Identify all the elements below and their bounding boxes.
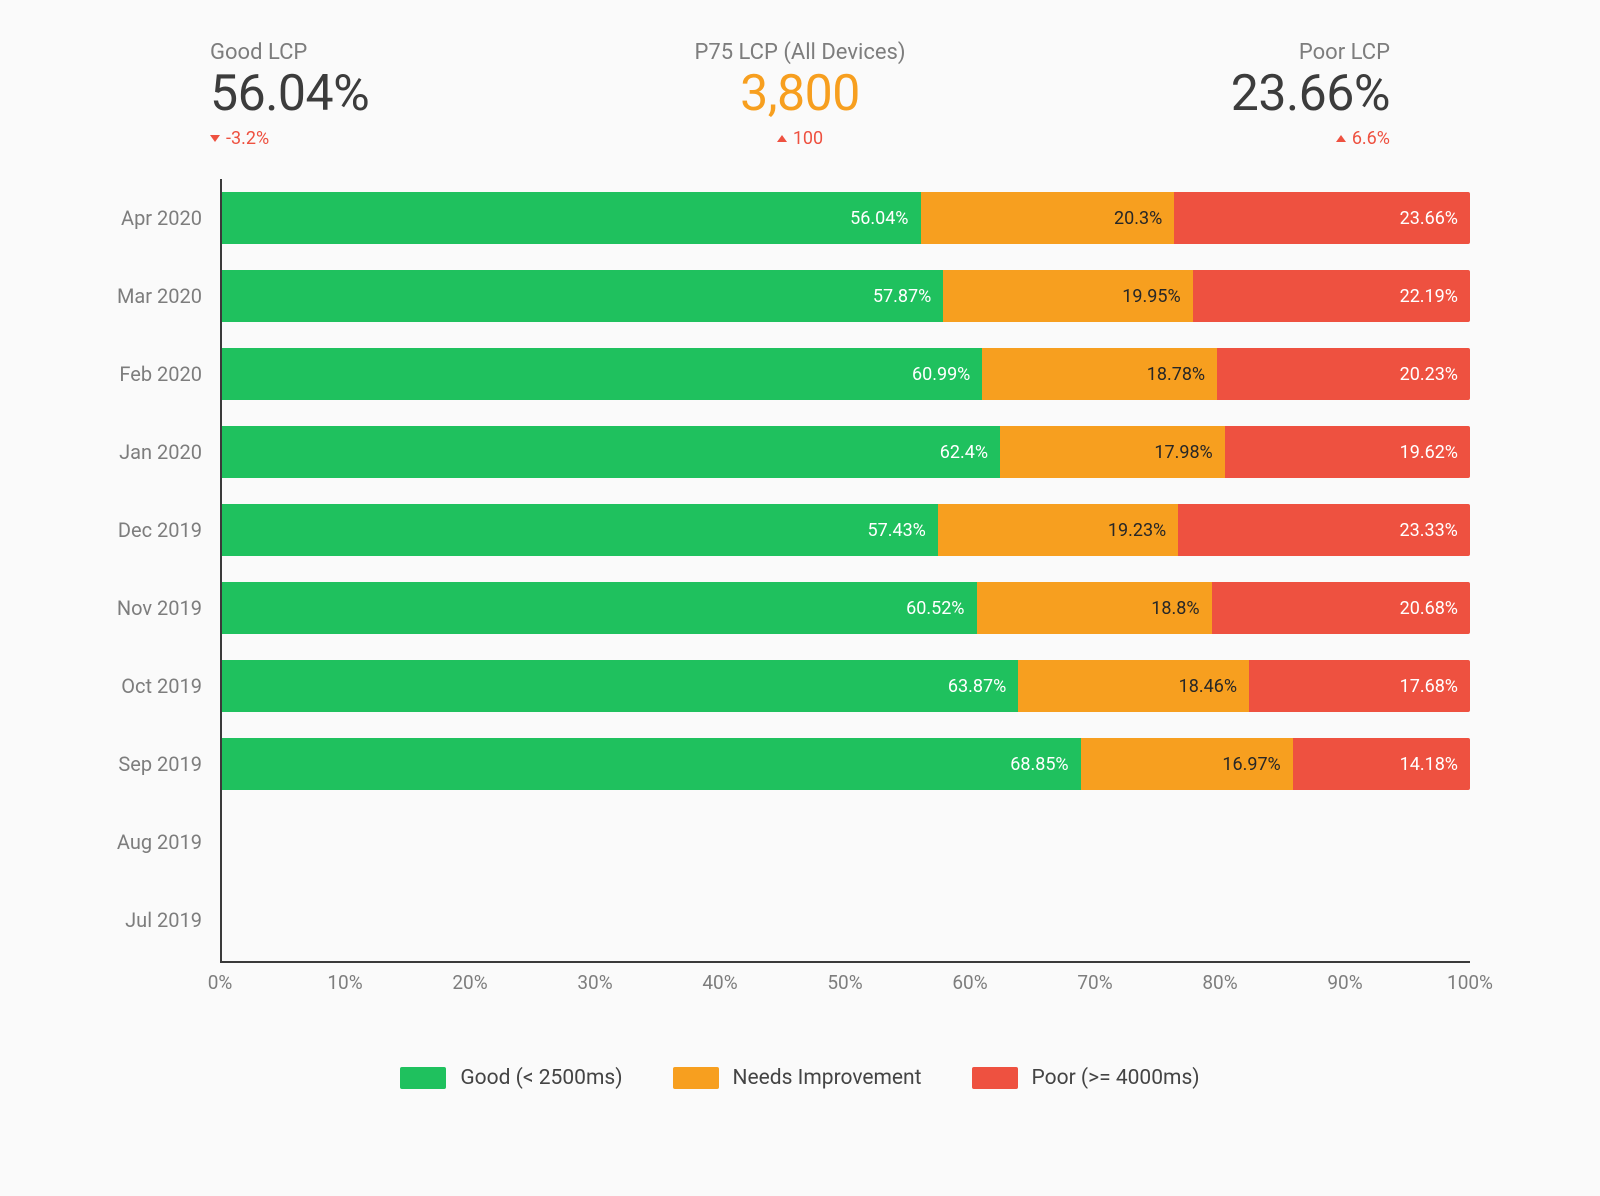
kpi-row: Good LCP 56.04% -3.2% P75 LCP (All Devic… — [70, 40, 1530, 179]
x-axis-tick: 0% — [208, 971, 233, 994]
bar-segment-good: 63.87% — [220, 660, 1018, 712]
legend-item-good: Good (< 2500ms) — [400, 1066, 622, 1090]
chart-row: Sep 201968.85%16.97%14.18% — [220, 725, 1470, 803]
y-axis-label: Feb 2020 — [70, 362, 220, 386]
x-axis-tick: 50% — [827, 971, 862, 994]
kpi-p75-lcp: P75 LCP (All Devices) 3,800 100 — [694, 40, 905, 149]
bar-segment-needs: 18.78% — [982, 348, 1217, 400]
y-axis-label: Jul 2019 — [70, 908, 220, 932]
kpi-delta: 6.6% — [1336, 128, 1390, 149]
bar — [220, 894, 1470, 946]
kpi-good-lcp: Good LCP 56.04% -3.2% — [210, 40, 369, 149]
y-axis-label: Apr 2020 — [70, 206, 220, 230]
y-axis-label: Nov 2019 — [70, 596, 220, 620]
bar: 57.87%19.95%22.19% — [220, 270, 1470, 322]
legend-label: Good (< 2500ms) — [460, 1066, 622, 1090]
y-axis-label: Aug 2019 — [70, 830, 220, 854]
bar-segment-needs: 18.46% — [1018, 660, 1249, 712]
bar-segment-needs: 19.95% — [943, 270, 1192, 322]
bar: 57.43%19.23%23.33% — [220, 504, 1470, 556]
y-axis-label: Jan 2020 — [70, 440, 220, 464]
bar-segment-poor: 23.66% — [1174, 192, 1470, 244]
bar-segment-good: 56.04% — [220, 192, 921, 244]
x-axis-tick: 90% — [1327, 971, 1362, 994]
y-axis-line — [220, 179, 222, 961]
chart-row: Apr 202056.04%20.3%23.66% — [220, 179, 1470, 257]
bar-segment-good: 68.85% — [220, 738, 1081, 790]
kpi-delta: -3.2% — [210, 128, 269, 149]
x-axis-tick: 20% — [452, 971, 487, 994]
kpi-delta-value: 100 — [793, 128, 823, 149]
chart-row: Mar 202057.87%19.95%22.19% — [220, 257, 1470, 335]
bar-segment-poor: 17.68% — [1249, 660, 1470, 712]
chart-legend: Good (< 2500ms) Needs Improvement Poor (… — [70, 1011, 1530, 1090]
bar-segment-poor: 22.19% — [1193, 270, 1470, 322]
bar: 68.85%16.97%14.18% — [220, 738, 1470, 790]
bar-segment-poor: 19.62% — [1225, 426, 1470, 478]
kpi-delta: 100 — [777, 128, 823, 149]
legend-label: Poor (>= 4000ms) — [1032, 1066, 1200, 1090]
legend-item-needs: Needs Improvement — [673, 1066, 922, 1090]
kpi-label: P75 LCP (All Devices) — [694, 40, 905, 65]
arrow-down-icon — [210, 135, 220, 142]
kpi-value: 56.04% — [210, 67, 369, 122]
bar-segment-good: 62.4% — [220, 426, 1000, 478]
kpi-delta-value: 6.6% — [1352, 128, 1390, 149]
y-axis-label: Dec 2019 — [70, 518, 220, 542]
bar-segment-good: 60.99% — [220, 348, 982, 400]
chart-row: Dec 201957.43%19.23%23.33% — [220, 491, 1470, 569]
x-axis-tick: 100% — [1447, 971, 1493, 994]
x-axis-tick: 10% — [327, 971, 362, 994]
bar: 60.99%18.78%20.23% — [220, 348, 1470, 400]
bar-segment-needs: 19.23% — [938, 504, 1178, 556]
chart-row: Feb 202060.99%18.78%20.23% — [220, 335, 1470, 413]
x-axis: 0%10%20%30%40%50%60%70%80%90%100% — [220, 961, 1470, 1011]
bar-segment-needs: 20.3% — [921, 192, 1175, 244]
kpi-value: 3,800 — [740, 67, 860, 122]
legend-swatch — [673, 1067, 719, 1089]
y-axis-label: Sep 2019 — [70, 752, 220, 776]
bar: 56.04%20.3%23.66% — [220, 192, 1470, 244]
bar: 63.87%18.46%17.68% — [220, 660, 1470, 712]
chart-row: Oct 201963.87%18.46%17.68% — [220, 647, 1470, 725]
lcp-stacked-bar-chart: Apr 202056.04%20.3%23.66%Mar 202057.87%1… — [70, 179, 1530, 1011]
x-axis-tick: 40% — [702, 971, 737, 994]
chart-row: Nov 201960.52%18.8%20.68% — [220, 569, 1470, 647]
kpi-value: 23.66% — [1231, 67, 1390, 122]
bar-segment-poor: 23.33% — [1178, 504, 1470, 556]
arrow-up-icon — [1336, 135, 1346, 142]
arrow-up-icon — [777, 135, 787, 142]
legend-swatch — [972, 1067, 1018, 1089]
bar: 60.52%18.8%20.68% — [220, 582, 1470, 634]
bar: 62.4%17.98%19.62% — [220, 426, 1470, 478]
kpi-label: Good LCP — [210, 40, 307, 65]
kpi-delta-value: -3.2% — [226, 128, 269, 149]
bar-segment-good: 57.87% — [220, 270, 943, 322]
chart-row: Jan 202062.4%17.98%19.62% — [220, 413, 1470, 491]
x-axis-tick: 70% — [1077, 971, 1112, 994]
legend-swatch — [400, 1067, 446, 1089]
bar-segment-poor: 14.18% — [1293, 738, 1470, 790]
chart-row: Jul 2019 — [220, 881, 1470, 959]
y-axis-label: Mar 2020 — [70, 284, 220, 308]
bar-segment-poor: 20.23% — [1217, 348, 1470, 400]
bar-segment-good: 57.43% — [220, 504, 938, 556]
x-axis-tick: 80% — [1202, 971, 1237, 994]
bar-segment-needs: 18.8% — [977, 582, 1212, 634]
legend-label: Needs Improvement — [733, 1066, 922, 1090]
x-axis-tick: 60% — [952, 971, 987, 994]
bar-segment-needs: 16.97% — [1081, 738, 1293, 790]
kpi-poor-lcp: Poor LCP 23.66% 6.6% — [1231, 40, 1390, 149]
bar-segment-poor: 20.68% — [1212, 582, 1471, 634]
legend-item-poor: Poor (>= 4000ms) — [972, 1066, 1200, 1090]
chart-row: Aug 2019 — [220, 803, 1470, 881]
y-axis-label: Oct 2019 — [70, 674, 220, 698]
bar-segment-needs: 17.98% — [1000, 426, 1225, 478]
x-axis-tick: 30% — [577, 971, 612, 994]
bar-segment-good: 60.52% — [220, 582, 977, 634]
kpi-label: Poor LCP — [1299, 40, 1390, 65]
bar — [220, 816, 1470, 868]
